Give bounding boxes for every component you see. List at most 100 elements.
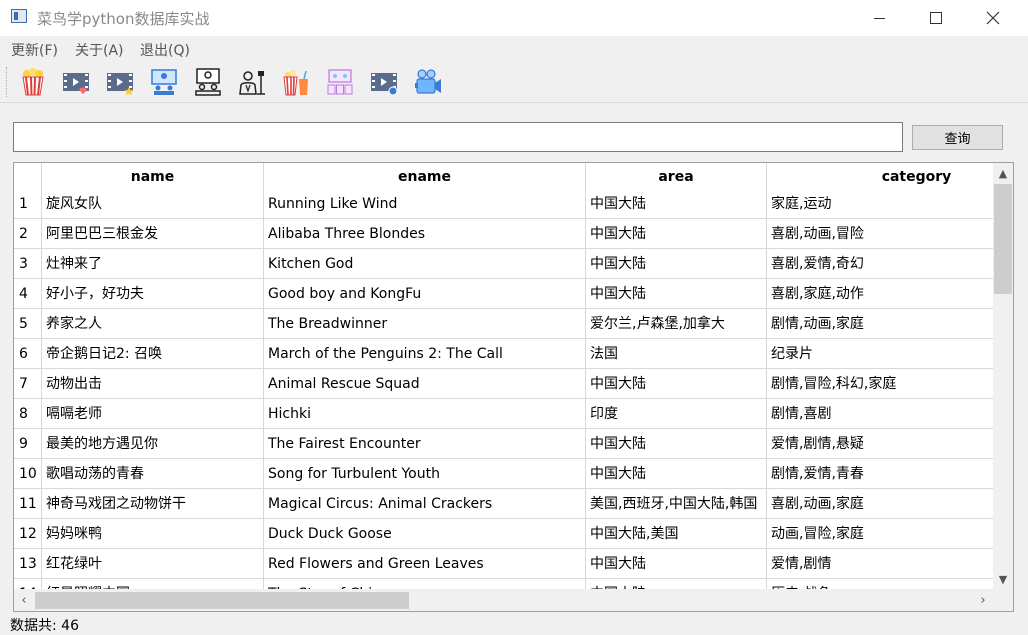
cell-category[interactable]: 剧情,冒险,科幻,家庭 xyxy=(767,369,994,399)
table-row[interactable]: 1 旋风女队 Running Like Wind 中国大陆 家庭,运动 xyxy=(14,189,994,219)
cell-area[interactable]: 中国大陆 xyxy=(586,189,767,219)
cell-name[interactable]: 旋风女队 xyxy=(42,189,264,219)
row-number[interactable]: 6 xyxy=(14,339,42,369)
cell-category[interactable]: 剧情,喜剧 xyxy=(767,399,994,429)
cell-area[interactable]: 美国,西班牙,中国大陆,韩国 xyxy=(586,489,767,519)
toolbar-button-popcorn[interactable] xyxy=(17,66,49,98)
cell-category[interactable]: 喜剧,动画,家庭 xyxy=(767,489,994,519)
table-row[interactable]: 12 妈妈咪鸭 Duck Duck Goose 中国大陆,美国 动画,冒险,家庭 xyxy=(14,519,994,549)
cell-area[interactable]: 中国大陆,美国 xyxy=(586,519,767,549)
column-header-name[interactable]: name xyxy=(42,163,264,189)
row-number[interactable]: 14 xyxy=(14,579,42,589)
table-row[interactable]: 10 歌唱动荡的青春 Song for Turbulent Youth 中国大陆 剧情,… xyxy=(14,459,994,489)
cell-category[interactable]: 剧情,爱情,青春 xyxy=(767,459,994,489)
search-button[interactable]: 查询 xyxy=(912,125,1003,150)
row-number[interactable]: 5 xyxy=(14,309,42,339)
cell-name[interactable]: 歌唱动荡的青春 xyxy=(42,459,264,489)
minimize-button[interactable] xyxy=(856,0,902,36)
toolbar-button-film-reel[interactable] xyxy=(368,66,400,98)
cell-category[interactable]: 喜剧,家庭,动作 xyxy=(767,279,994,309)
row-number[interactable]: 10 xyxy=(14,459,42,489)
toolbar-grip[interactable] xyxy=(6,67,10,97)
cell-area[interactable]: 爱尔兰,卢森堡,加拿大 xyxy=(586,309,767,339)
scroll-right-icon[interactable]: › xyxy=(973,589,993,611)
cell-area[interactable]: 中国大陆 xyxy=(586,579,767,589)
toolbar-button-video-camera[interactable] xyxy=(412,66,444,98)
cell-ename[interactable]: Song for Turbulent Youth xyxy=(264,459,586,489)
cell-category[interactable]: 动画,冒险,家庭 xyxy=(767,519,994,549)
cell-area[interactable]: 印度 xyxy=(586,399,767,429)
table-row[interactable]: 13 红花绿叶 Red Flowers and Green Leaves 中国大陆 爱情… xyxy=(14,549,994,579)
cell-name[interactable]: 妈妈咪鸭 xyxy=(42,519,264,549)
cell-name[interactable]: 灶神来了 xyxy=(42,249,264,279)
cell-category[interactable]: 历史,战争 xyxy=(767,579,994,589)
cell-ename[interactable]: Magical Circus: Animal Crackers xyxy=(264,489,586,519)
maximize-button[interactable] xyxy=(913,0,959,36)
row-number[interactable]: 3 xyxy=(14,249,42,279)
cell-category[interactable]: 喜剧,爱情,奇幻 xyxy=(767,249,994,279)
cell-category[interactable]: 爱情,剧情 xyxy=(767,549,994,579)
cell-ename[interactable]: Alibaba Three Blondes xyxy=(264,219,586,249)
table-row[interactable]: 4 好小子，好功夫 Good boy and KongFu 中国大陆 喜剧,家庭,动作 xyxy=(14,279,994,309)
table-row[interactable]: 9 最美的地方遇见你 The Fairest Encounter 中国大陆 爱情,剧情,… xyxy=(14,429,994,459)
cell-area[interactable]: 中国大陆 xyxy=(586,429,767,459)
cell-category[interactable]: 爱情,剧情,悬疑 xyxy=(767,429,994,459)
table-row[interactable]: 3 灶神来了 Kitchen God 中国大陆 喜剧,爱情,奇幻 xyxy=(14,249,994,279)
row-number[interactable]: 13 xyxy=(14,549,42,579)
cell-name[interactable]: 最美的地方遇见你 xyxy=(42,429,264,459)
row-number[interactable]: 8 xyxy=(14,399,42,429)
table-row[interactable]: 11 神奇马戏团之动物饼干 Magical Circus: Animal Crack… xyxy=(14,489,994,519)
table-row[interactable]: 5 养家之人 The Breadwinner 爱尔兰,卢森堡,加拿大 剧情,动画,家庭 xyxy=(14,309,994,339)
cell-ename[interactable]: Running Like Wind xyxy=(264,189,586,219)
cell-ename[interactable]: Kitchen God xyxy=(264,249,586,279)
menu-update[interactable]: 更新(F) xyxy=(11,40,58,60)
cell-name[interactable]: 红星照耀中国 xyxy=(42,579,264,589)
cell-ename[interactable]: The Breadwinner xyxy=(264,309,586,339)
cell-name[interactable]: 红花绿叶 xyxy=(42,549,264,579)
cell-ename[interactable]: March of the Penguins 2: The Call xyxy=(264,339,586,369)
row-number[interactable]: 7 xyxy=(14,369,42,399)
toolbar-button-audience-screen[interactable] xyxy=(192,66,224,98)
cell-category[interactable]: 纪录片 xyxy=(767,339,994,369)
menu-about[interactable]: 关于(A) xyxy=(75,40,124,60)
menu-exit[interactable]: 退出(Q) xyxy=(140,40,190,60)
row-number[interactable]: 11 xyxy=(14,489,42,519)
cell-area[interactable]: 中国大陆 xyxy=(586,459,767,489)
row-number-header[interactable] xyxy=(14,163,42,189)
horizontal-scrollbar[interactable]: ‹ › xyxy=(14,589,993,611)
toolbar-button-popcorn-drink[interactable] xyxy=(280,66,312,98)
horizontal-scroll-thumb[interactable] xyxy=(35,592,409,609)
cell-name[interactable]: 神奇马戏团之动物饼干 xyxy=(42,489,264,519)
cell-ename[interactable]: Hichki xyxy=(264,399,586,429)
cell-name[interactable]: 帝企鹅日记2: 召唤 xyxy=(42,339,264,369)
cell-area[interactable]: 中国大陆 xyxy=(586,219,767,249)
column-header-area[interactable]: area xyxy=(586,163,767,189)
toolbar-button-film-heart[interactable] xyxy=(60,66,92,98)
row-number[interactable]: 1 xyxy=(14,189,42,219)
cell-area[interactable]: 中国大陆 xyxy=(586,369,767,399)
cell-name[interactable]: 养家之人 xyxy=(42,309,264,339)
toolbar-button-theater-seats[interactable] xyxy=(324,66,356,98)
scroll-left-icon[interactable]: ‹ xyxy=(14,589,34,611)
cell-ename[interactable]: Red Flowers and Green Leaves xyxy=(264,549,586,579)
toolbar-button-director[interactable] xyxy=(236,66,268,98)
row-number[interactable]: 4 xyxy=(14,279,42,309)
toolbar-button-film-star[interactable] xyxy=(104,66,136,98)
toolbar-button-cinema-screen[interactable] xyxy=(148,66,180,98)
cell-ename[interactable]: The Star of China xyxy=(264,579,586,589)
cell-ename[interactable]: Good boy and KongFu xyxy=(264,279,586,309)
row-number[interactable]: 12 xyxy=(14,519,42,549)
vertical-scrollbar[interactable]: ▲ ▼ xyxy=(993,163,1013,589)
cell-category[interactable]: 剧情,动画,家庭 xyxy=(767,309,994,339)
cell-category[interactable]: 喜剧,动画,冒险 xyxy=(767,219,994,249)
scroll-down-icon[interactable]: ▼ xyxy=(993,569,1013,589)
cell-name[interactable]: 嗝嗝老师 xyxy=(42,399,264,429)
cell-area[interactable]: 法国 xyxy=(586,339,767,369)
cell-area[interactable]: 中国大陆 xyxy=(586,279,767,309)
cell-area[interactable]: 中国大陆 xyxy=(586,549,767,579)
cell-name[interactable]: 阿里巴巴三根金发 xyxy=(42,219,264,249)
table-row[interactable]: 14红星照耀中国The Star of China中国大陆历史,战争 xyxy=(14,579,994,589)
search-input[interactable] xyxy=(13,122,903,152)
cell-name[interactable]: 好小子，好功夫 xyxy=(42,279,264,309)
scroll-up-icon[interactable]: ▲ xyxy=(993,163,1013,183)
